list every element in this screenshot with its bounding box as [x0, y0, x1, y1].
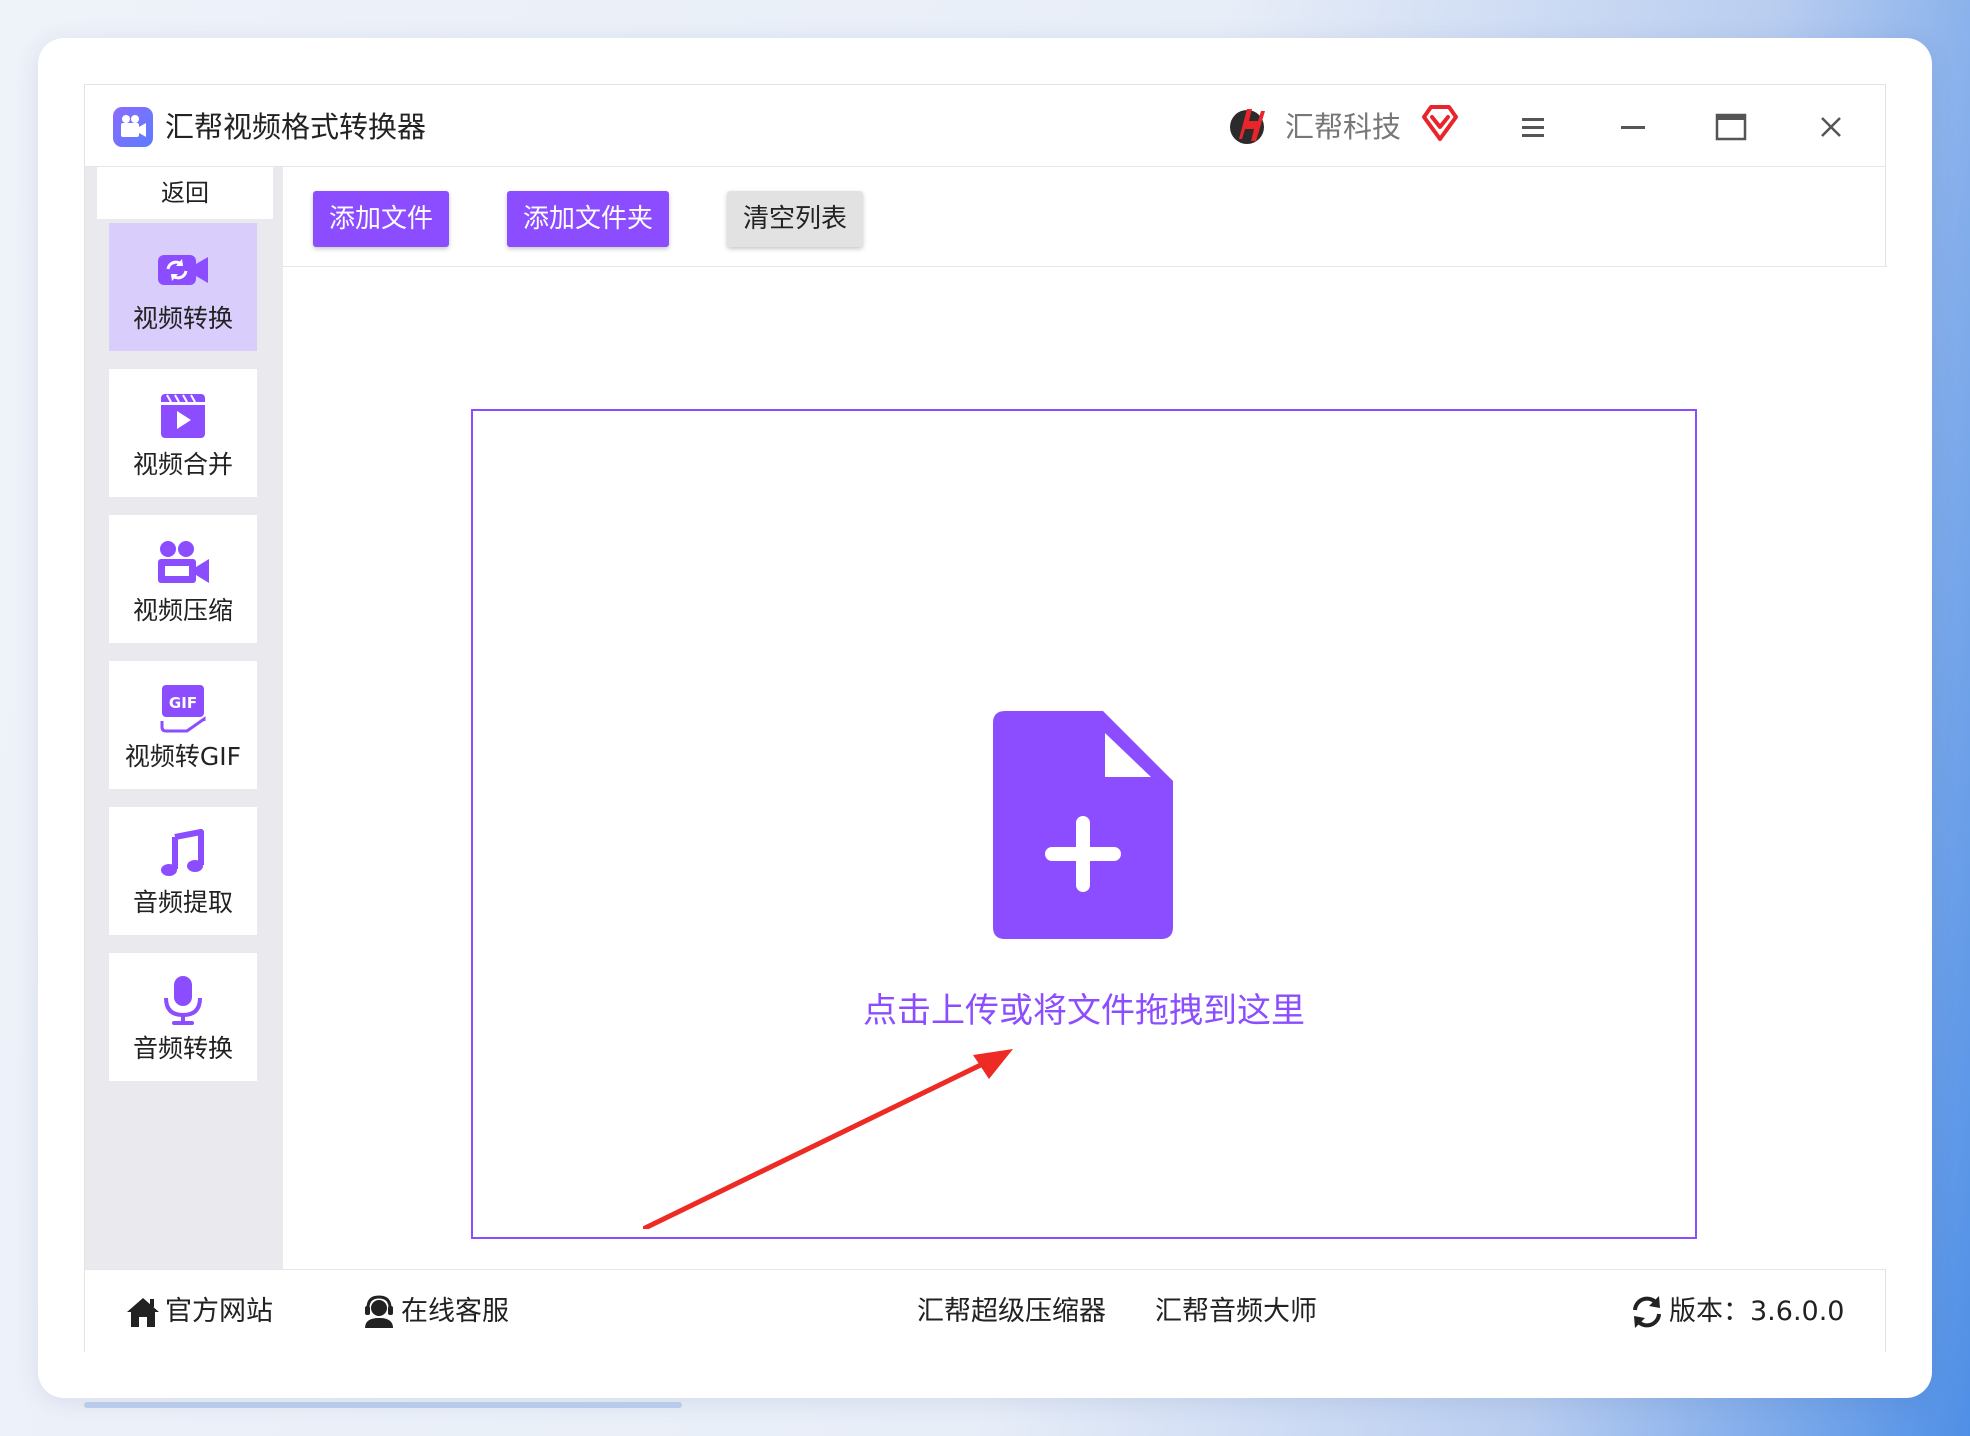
video-merge-icon — [155, 391, 211, 441]
official-website-label: 官方网站 — [165, 1296, 273, 1327]
horizontal-scrollbar[interactable] — [84, 1402, 682, 1408]
compressor-link[interactable]: 汇帮超级压缩器 — [917, 1290, 1106, 1334]
video-convert-icon — [155, 245, 211, 295]
sidebar-item-label: 视频压缩 — [132, 596, 233, 625]
home-icon — [125, 1294, 161, 1330]
toolbar: 添加文件 添加文件夹 清空列表 — [283, 167, 1887, 267]
microphone-icon — [155, 975, 211, 1025]
sidebar-item-label: 视频合并 — [132, 450, 233, 479]
sidebar-item-audio-extract[interactable]: 音频提取 — [109, 807, 257, 935]
app-title: 汇帮视频格式转换器 — [165, 110, 427, 144]
title-bar: 汇帮视频格式转换器 汇帮科技 — [85, 85, 1885, 167]
music-note-icon — [155, 829, 211, 879]
sidebar-item-label: 视频转GIF — [124, 742, 242, 771]
annotation-arrow — [643, 1049, 1013, 1229]
minimize-icon[interactable] — [1613, 107, 1653, 147]
app-logo-icon — [113, 107, 153, 147]
close-icon[interactable] — [1811, 107, 1851, 147]
sidebar: 返回 视频转换 视频合并 视频压缩 GIF 视频转GIF 音频提取 音频转换 — [85, 167, 283, 1269]
maximize-icon[interactable] — [1711, 107, 1751, 147]
vip-diamond-icon[interactable] — [1421, 103, 1459, 143]
sidebar-item-label: 视频转换 — [132, 304, 233, 333]
add-file-button[interactable]: 添加文件 — [313, 191, 450, 247]
clear-list-button[interactable]: 清空列表 — [727, 191, 864, 247]
brand-name: 汇帮科技 — [1285, 110, 1402, 144]
back-button[interactable]: 返回 — [97, 167, 273, 219]
customer-service-icon — [361, 1294, 397, 1330]
file-add-icon[interactable] — [993, 711, 1173, 939]
gif-icon: GIF — [155, 683, 211, 733]
version-label: 版本：3.6.0.0 — [1669, 1296, 1845, 1327]
sidebar-item-video-convert[interactable]: 视频转换 — [109, 223, 257, 351]
audio-master-link[interactable]: 汇帮音频大师 — [1155, 1290, 1317, 1334]
sidebar-item-video-compress[interactable]: 视频压缩 — [109, 515, 257, 643]
footer: 官方网站 在线客服 汇帮超级压缩器 汇帮音频大师 版本：3.6.0.0 — [85, 1269, 1885, 1353]
sidebar-item-video-merge[interactable]: 视频合并 — [109, 369, 257, 497]
sidebar-item-label: 音频提取 — [132, 888, 233, 917]
video-compress-icon — [155, 537, 211, 587]
sidebar-item-audio-convert[interactable]: 音频转换 — [109, 953, 257, 1081]
hamburger-menu-icon[interactable] — [1513, 107, 1553, 147]
main-area: 点击上传或将文件拖拽到这里 — [283, 267, 1887, 1269]
online-support-label: 在线客服 — [401, 1296, 509, 1327]
add-folder-button[interactable]: 添加文件夹 — [507, 191, 670, 247]
app-window: 汇帮视频格式转换器 汇帮科技 返回 视频转换 视频合并 视频压缩 GIF 视频转… — [84, 84, 1887, 1353]
refresh-icon — [1629, 1294, 1665, 1330]
dropzone-text: 点击上传或将文件拖拽到这里 — [863, 991, 1305, 1031]
sidebar-item-label: 音频转换 — [132, 1034, 233, 1063]
sidebar-item-video-to-gif[interactable]: GIF 视频转GIF — [109, 661, 257, 789]
brand-logo-icon — [1225, 103, 1269, 149]
svg-text:GIF: GIF — [169, 694, 197, 712]
file-dropzone[interactable]: 点击上传或将文件拖拽到这里 — [471, 409, 1697, 1239]
